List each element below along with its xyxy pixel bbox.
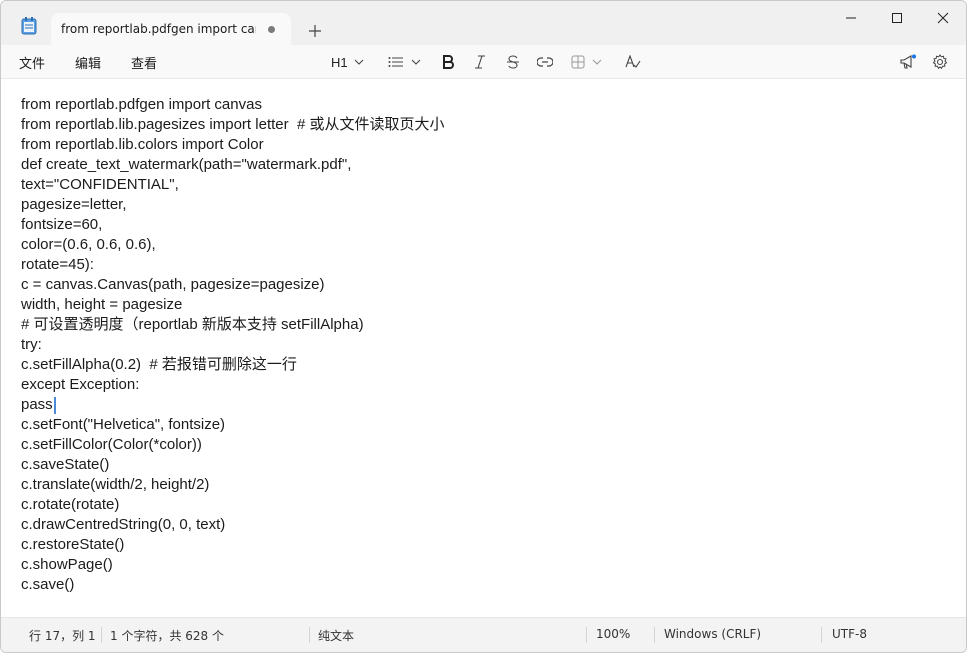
- encoding[interactable]: UTF-8: [832, 627, 867, 641]
- document-tab[interactable]: from reportlab.pdfgen import canva: [51, 13, 291, 46]
- editor-line: c.drawCentredString(0, 0, text): [21, 516, 226, 533]
- maximize-button[interactable]: [874, 1, 920, 35]
- clear-formatting-button[interactable]: [625, 51, 641, 73]
- menu-edit[interactable]: 编辑: [75, 53, 101, 72]
- zoom-level[interactable]: 100%: [596, 627, 630, 641]
- editor-line: rotate=45):: [21, 256, 94, 273]
- link-button[interactable]: [537, 51, 553, 73]
- megaphone-icon: [900, 54, 916, 69]
- table-icon: [571, 55, 585, 69]
- editor-line: c.setFillAlpha(0.2) # 若报错可删除这一行: [21, 356, 297, 373]
- editor-line: pagesize=letter,: [21, 196, 127, 213]
- text-caret: [54, 397, 56, 414]
- tab-title: from reportlab.pdfgen import canva: [61, 22, 256, 36]
- italic-button[interactable]: [474, 51, 486, 73]
- status-divider: [654, 627, 655, 643]
- editor-line: # 可设置透明度（reportlab 新版本支持 setFillAlpha): [21, 316, 364, 333]
- table-dropdown[interactable]: [571, 51, 602, 73]
- clear-formatting-icon: [625, 55, 641, 68]
- text-mode[interactable]: 纯文本: [318, 627, 354, 644]
- editor-line: text="CONFIDENTIAL",: [21, 176, 179, 193]
- italic-icon: [475, 55, 485, 69]
- heading-dropdown[interactable]: H1: [331, 51, 364, 73]
- strikethrough-button[interactable]: [506, 51, 520, 73]
- editor-line: c.setFillColor(Color(*color)): [21, 436, 202, 453]
- bold-button[interactable]: [442, 51, 454, 73]
- text-editor[interactable]: from reportlab.pdfgen import canvas from…: [1, 79, 966, 618]
- editor-line: c.rotate(rotate): [21, 496, 120, 513]
- editor-line: from reportlab.lib.colors import Color: [21, 136, 264, 153]
- window-controls: [828, 1, 966, 35]
- editor-line: c.setFont("Helvetica", fontsize): [21, 416, 226, 433]
- cursor-position: 行 17，列 1: [29, 629, 96, 643]
- character-count: 1 个字符，共 628 个: [110, 629, 224, 643]
- status-divider: [586, 627, 587, 643]
- maximize-icon: [892, 13, 902, 23]
- gear-icon: [932, 54, 948, 70]
- chevron-down-icon: [411, 59, 421, 65]
- menu-view[interactable]: 查看: [131, 53, 157, 72]
- editor-line: try:: [21, 336, 42, 353]
- editor-line: fontsize=60,: [21, 216, 103, 233]
- status-bar: 行 17，列 1 1 个字符，共 628 个 纯文本 100% Windows …: [1, 617, 966, 652]
- list-dropdown[interactable]: [388, 51, 421, 73]
- menu-file[interactable]: 文件: [19, 53, 45, 72]
- editor-line: c.showPage(): [21, 556, 113, 573]
- editor-line: c.translate(width/2, height/2): [21, 476, 210, 493]
- minimize-button[interactable]: [828, 1, 874, 35]
- editor-line: except Exception:: [21, 376, 140, 393]
- heading-label: H1: [331, 54, 348, 70]
- unsaved-dot-icon[interactable]: [268, 26, 275, 33]
- editor-line: c.saveState(): [21, 456, 110, 473]
- minimize-icon: [846, 17, 856, 19]
- link-icon: [537, 57, 553, 67]
- line-ending[interactable]: Windows (CRLF): [664, 627, 761, 641]
- editor-line: c = canvas.Canvas(path, pagesize=pagesiz…: [21, 276, 325, 293]
- plus-icon: [309, 25, 321, 37]
- new-tab-button[interactable]: [301, 17, 329, 45]
- status-divider: [309, 627, 310, 643]
- settings-button[interactable]: [932, 51, 948, 73]
- editor-line: from reportlab.pdfgen import canvas: [21, 96, 262, 113]
- close-icon: [937, 12, 949, 24]
- notepad-window: from reportlab.pdfgen import canva 文件 编辑…: [0, 0, 967, 653]
- bold-icon: [443, 55, 454, 69]
- bulleted-list-icon: [388, 57, 403, 67]
- strikethrough-icon: [507, 55, 519, 69]
- editor-line: from reportlab.lib.pagesizes import lett…: [21, 116, 445, 133]
- notepad-icon: [21, 17, 37, 35]
- editor-line: c.restoreState(): [21, 536, 125, 553]
- chevron-down-icon: [354, 59, 364, 65]
- editor-line: color=(0.6, 0.6, 0.6),: [21, 236, 156, 253]
- editor-line: width, height = pagesize: [21, 296, 183, 313]
- status-divider: [101, 627, 102, 643]
- chevron-down-icon: [592, 59, 602, 65]
- whats-new-button[interactable]: [899, 51, 917, 73]
- editor-line: c.save(): [21, 576, 75, 593]
- status-divider: [821, 627, 822, 643]
- title-bar: from reportlab.pdfgen import canva: [1, 1, 966, 46]
- editor-line: pass: [21, 396, 53, 413]
- menu-toolbar: 文件 编辑 查看 H1: [1, 45, 966, 79]
- editor-line: def create_text_watermark(path="watermar…: [21, 156, 352, 173]
- close-button[interactable]: [920, 1, 966, 35]
